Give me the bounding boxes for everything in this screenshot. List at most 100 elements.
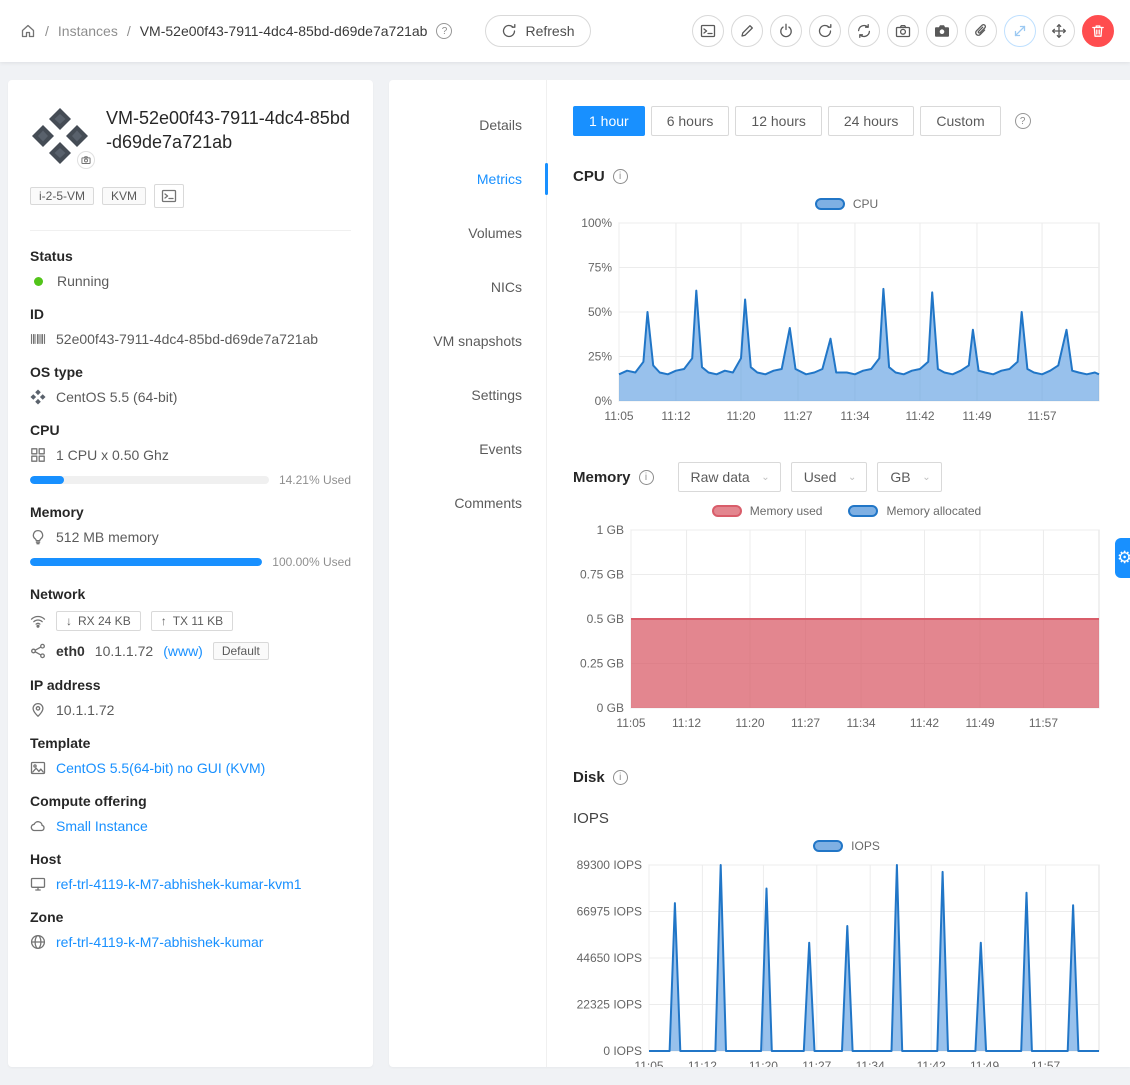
tab-vm-snapshots[interactable]: VM snapshots [389, 322, 546, 360]
select-used[interactable]: Used⌄ [791, 462, 868, 492]
tab-metrics[interactable]: Metrics [389, 160, 546, 198]
cpu-label: CPU [30, 422, 351, 438]
host-link[interactable]: ref-trl-4119-k-M7-abhishek-kumar-kvm1 [56, 876, 302, 892]
svg-text:11:20: 11:20 [735, 716, 764, 730]
divider [30, 230, 351, 231]
reboot-button[interactable] [809, 15, 841, 47]
id-value: 52e00f43-7911-4dc4-85bd-d69de7a721ab [56, 331, 318, 347]
instance-detail-card: Details Metrics Volumes NICs VM snapshots Set… [389, 80, 1130, 1067]
range-button-24-hours[interactable]: 24 hours [828, 106, 914, 136]
svg-text:11:57: 11:57 [1027, 409, 1056, 423]
migrate-vm-button[interactable] [1043, 15, 1075, 47]
breadcrumb-current: VM-52e00f43-7911-4dc4-85bd-d69de7a721ab [140, 23, 428, 39]
chart-legend: Memory used Memory allocated [573, 504, 1120, 518]
offering-link[interactable]: Small Instance [56, 818, 148, 834]
svg-text:1 GB: 1 GB [597, 523, 624, 537]
settings-fab-button[interactable]: ⚙ [1115, 538, 1130, 578]
status-dot [34, 277, 43, 286]
edit-button[interactable] [731, 15, 763, 47]
tab-comments[interactable]: Comments [389, 484, 546, 522]
field-status: Status Running [30, 248, 351, 289]
home-icon[interactable] [20, 23, 36, 39]
svg-text:44650 IOPS: 44650 IOPS [577, 951, 642, 965]
field-host: Host ref-trl-4119-k-M7-abhishek-kumar-kv… [30, 851, 351, 892]
vertical-tabs: Details Metrics Volumes NICs VM snapshots Set… [389, 80, 547, 1067]
disk-section-title: Disk [573, 769, 605, 786]
power-icon [778, 23, 794, 39]
select-raw-data[interactable]: Raw data⌄ [678, 462, 781, 492]
field-ip-address: IP address 10.1.1.72 [30, 677, 351, 718]
tab-nics[interactable]: NICs [389, 268, 546, 306]
scale-vm-button[interactable] [1004, 15, 1036, 47]
cloud-icon [30, 818, 46, 834]
attach-iso-button[interactable] [965, 15, 997, 47]
svg-text:11:27: 11:27 [783, 409, 812, 423]
view-console-button[interactable] [692, 15, 724, 47]
tab-events[interactable]: Events [389, 430, 546, 468]
tab-settings[interactable]: Settings [389, 376, 546, 414]
wifi-icon [30, 613, 46, 629]
chevron-down-icon: ⌄ [848, 472, 856, 483]
svg-text:50%: 50% [588, 305, 612, 319]
svg-text:11:27: 11:27 [802, 1059, 831, 1067]
cpu-grid-icon [30, 447, 46, 463]
select-gb[interactable]: GB⌄ [877, 462, 941, 492]
console-icon [700, 23, 716, 39]
chevron-down-icon: ⌄ [761, 472, 769, 483]
nic-network-link[interactable]: (www) [163, 643, 203, 659]
svg-text:11:05: 11:05 [604, 409, 633, 423]
breadcrumb-separator: / [127, 23, 131, 39]
range-button-12-hours[interactable]: 12 hours [735, 106, 821, 136]
status-value: Running [57, 273, 109, 289]
camera-icon [895, 23, 911, 39]
legend-item[interactable]: IOPS [813, 839, 880, 853]
instance-name-tag: i-2-5-VM [30, 187, 94, 205]
trash-icon [1090, 23, 1106, 39]
tx-chip[interactable]: ↑ TX 11 KB [151, 611, 233, 631]
info-icon: i [613, 169, 628, 184]
field-cpu: CPU 1 CPU x 0.50 Ghz 14.21% Used [30, 422, 351, 487]
cpu-used-percent: 14.21% Used [279, 473, 351, 487]
cpu-chart-svg: 0%25%50%75%100%11:0511:1211:2011:2711:34… [573, 213, 1107, 427]
recurring-snapshot-button[interactable] [926, 15, 958, 47]
disk-chart: IOPS 0 IOPS22325 IOPS44650 IOPS66975 IOPS… [573, 839, 1120, 1067]
disk-chart-svg: 0 IOPS22325 IOPS44650 IOPS66975 IOPS8930… [573, 855, 1107, 1067]
arrow-up-icon: ↑ [161, 614, 167, 628]
globe-icon [30, 934, 46, 950]
zone-link[interactable]: ref-trl-4119-k-M7-abhishek-kumar [56, 934, 263, 950]
svg-text:75%: 75% [588, 261, 612, 275]
stop-button[interactable] [770, 15, 802, 47]
status-label: Status [30, 248, 351, 264]
svg-text:11:42: 11:42 [917, 1059, 946, 1067]
breadcrumb-instances[interactable]: Instances [58, 23, 118, 39]
vm-os-logo [30, 106, 90, 166]
template-link[interactable]: CentOS 5.5(64-bit) no GUI (KVM) [56, 760, 265, 776]
tab-volumes[interactable]: Volumes [389, 214, 546, 252]
range-button-custom[interactable]: Custom [920, 106, 1000, 136]
range-button-6-hours[interactable]: 6 hours [651, 106, 730, 136]
reinstall-button[interactable] [848, 15, 880, 47]
destroy-vm-button[interactable] [1082, 15, 1114, 47]
svg-text:25%: 25% [588, 350, 612, 364]
nic-default-badge: Default [213, 642, 269, 660]
centos-icon [30, 389, 46, 405]
console-icon [161, 188, 177, 204]
refresh-button[interactable]: Refresh [485, 15, 590, 47]
console-tag-button[interactable] [154, 184, 184, 208]
range-button-1-hour[interactable]: 1 hour [573, 106, 645, 136]
tab-details[interactable]: Details [389, 106, 546, 144]
svg-text:11:05: 11:05 [634, 1059, 663, 1067]
legend-item[interactable]: Memory used [712, 504, 823, 518]
barcode-icon [30, 331, 46, 347]
take-snapshot-button[interactable] [887, 15, 919, 47]
rx-chip[interactable]: ↓ RX 24 KB [56, 611, 141, 631]
svg-text:11:34: 11:34 [840, 409, 869, 423]
svg-text:11:27: 11:27 [791, 716, 820, 730]
legend-item[interactable]: Memory allocated [848, 504, 981, 518]
field-os-type: OS type CentOS 5.5 (64-bit) [30, 364, 351, 405]
chart-legend: IOPS [573, 839, 1120, 853]
memory-progress-bar [30, 558, 262, 566]
instance-info-card: VM-52e00f43-7911-4dc4-85bd-d69de7a721ab … [8, 80, 373, 1067]
reload-icon [501, 23, 517, 39]
legend-item[interactable]: CPU [815, 197, 878, 211]
